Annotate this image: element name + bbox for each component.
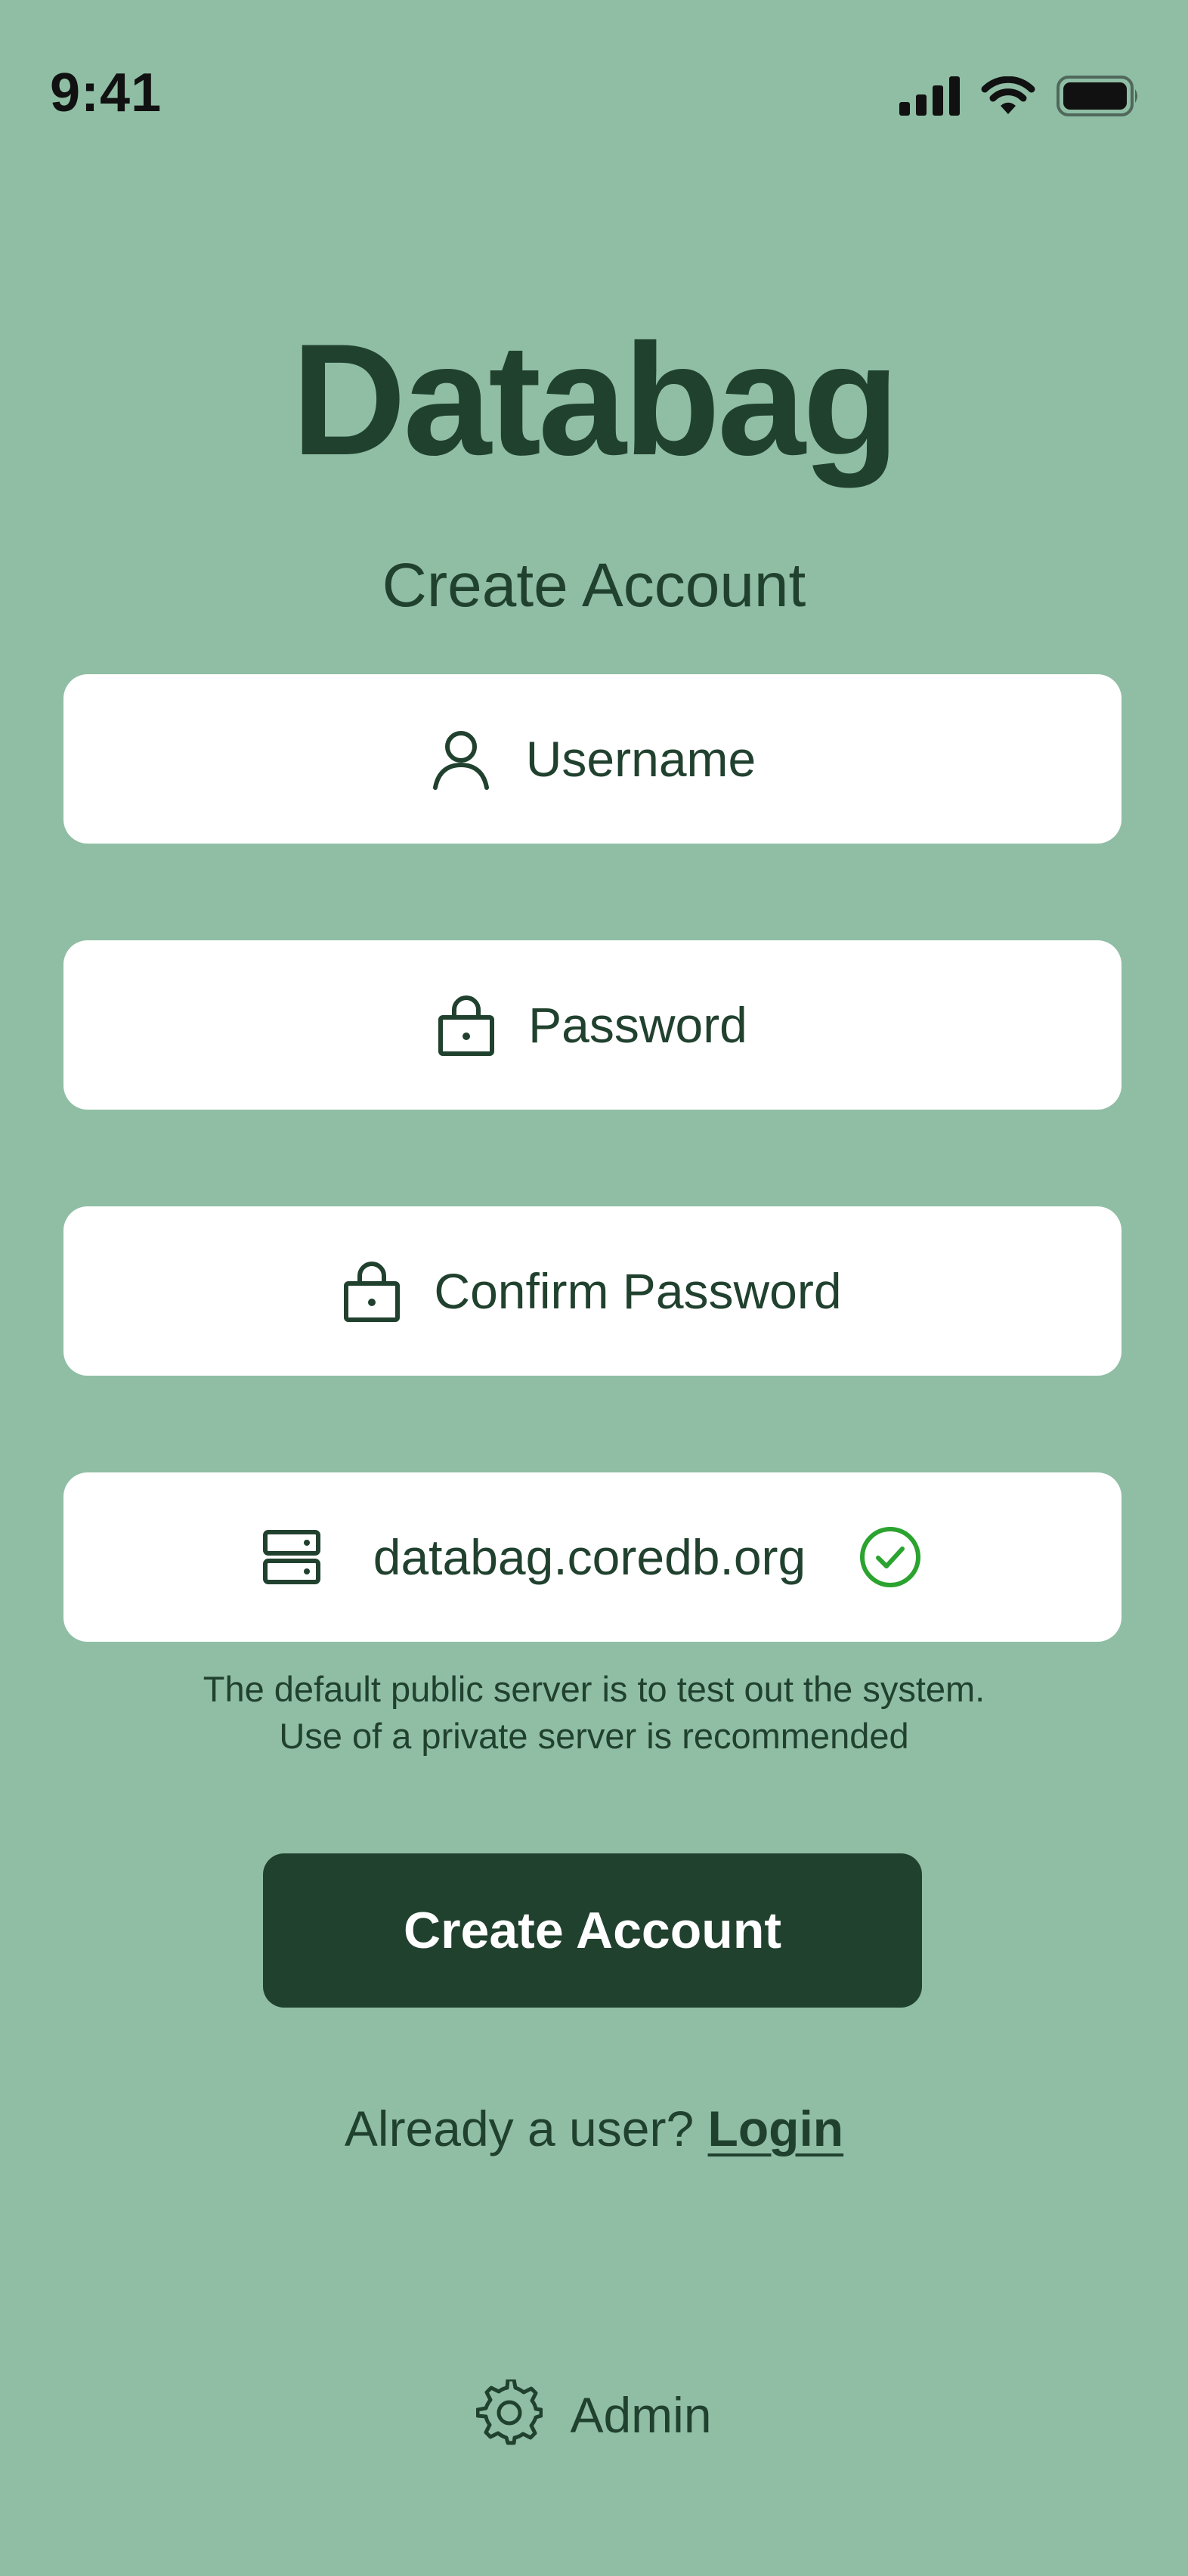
page-subtitle: Create Account	[382, 551, 806, 620]
admin-label: Admin	[570, 2386, 712, 2443]
password-field[interactable]: Password	[63, 940, 1121, 1110]
check-circle-icon	[859, 1525, 922, 1589]
app-title: Databag	[291, 311, 900, 488]
server-notice-line-2: Use of a private server is recommended	[279, 1716, 909, 1756]
login-prompt-row: Already a user? Login	[0, 2100, 1188, 2157]
create-account-button[interactable]: Create Account	[263, 1853, 922, 2008]
server-notice: The default public server is to test out…	[0, 1666, 1188, 1760]
confirm-password-placeholder: Confirm Password	[434, 1263, 842, 1319]
lock-icon	[343, 1259, 401, 1323]
wifi-icon	[981, 76, 1035, 119]
server-value: databag.coredb.org	[373, 1529, 806, 1585]
status-icons	[899, 76, 1141, 120]
server-field[interactable]: databag.coredb.org	[63, 1472, 1121, 1642]
admin-button[interactable]: Admin	[0, 2377, 1188, 2450]
username-field[interactable]: Username	[63, 674, 1121, 844]
battery-icon	[1057, 76, 1141, 120]
username-placeholder: Username	[525, 731, 756, 787]
status-bar: 9:41	[0, 0, 1188, 181]
login-link[interactable]: Login	[708, 2101, 844, 2156]
create-account-button-label: Create Account	[403, 1902, 782, 1959]
gear-icon	[475, 2377, 543, 2450]
user-icon	[429, 727, 493, 791]
lock-icon	[438, 993, 495, 1057]
login-prompt-text: Already a user?	[344, 2101, 708, 2156]
server-notice-line-1: The default public server is to test out…	[203, 1669, 985, 1709]
password-placeholder: Password	[528, 997, 747, 1053]
server-icon	[262, 1530, 320, 1584]
status-time: 9:41	[50, 63, 162, 123]
cellular-signal-icon	[899, 76, 960, 119]
confirm-password-field[interactable]: Confirm Password	[63, 1206, 1121, 1376]
